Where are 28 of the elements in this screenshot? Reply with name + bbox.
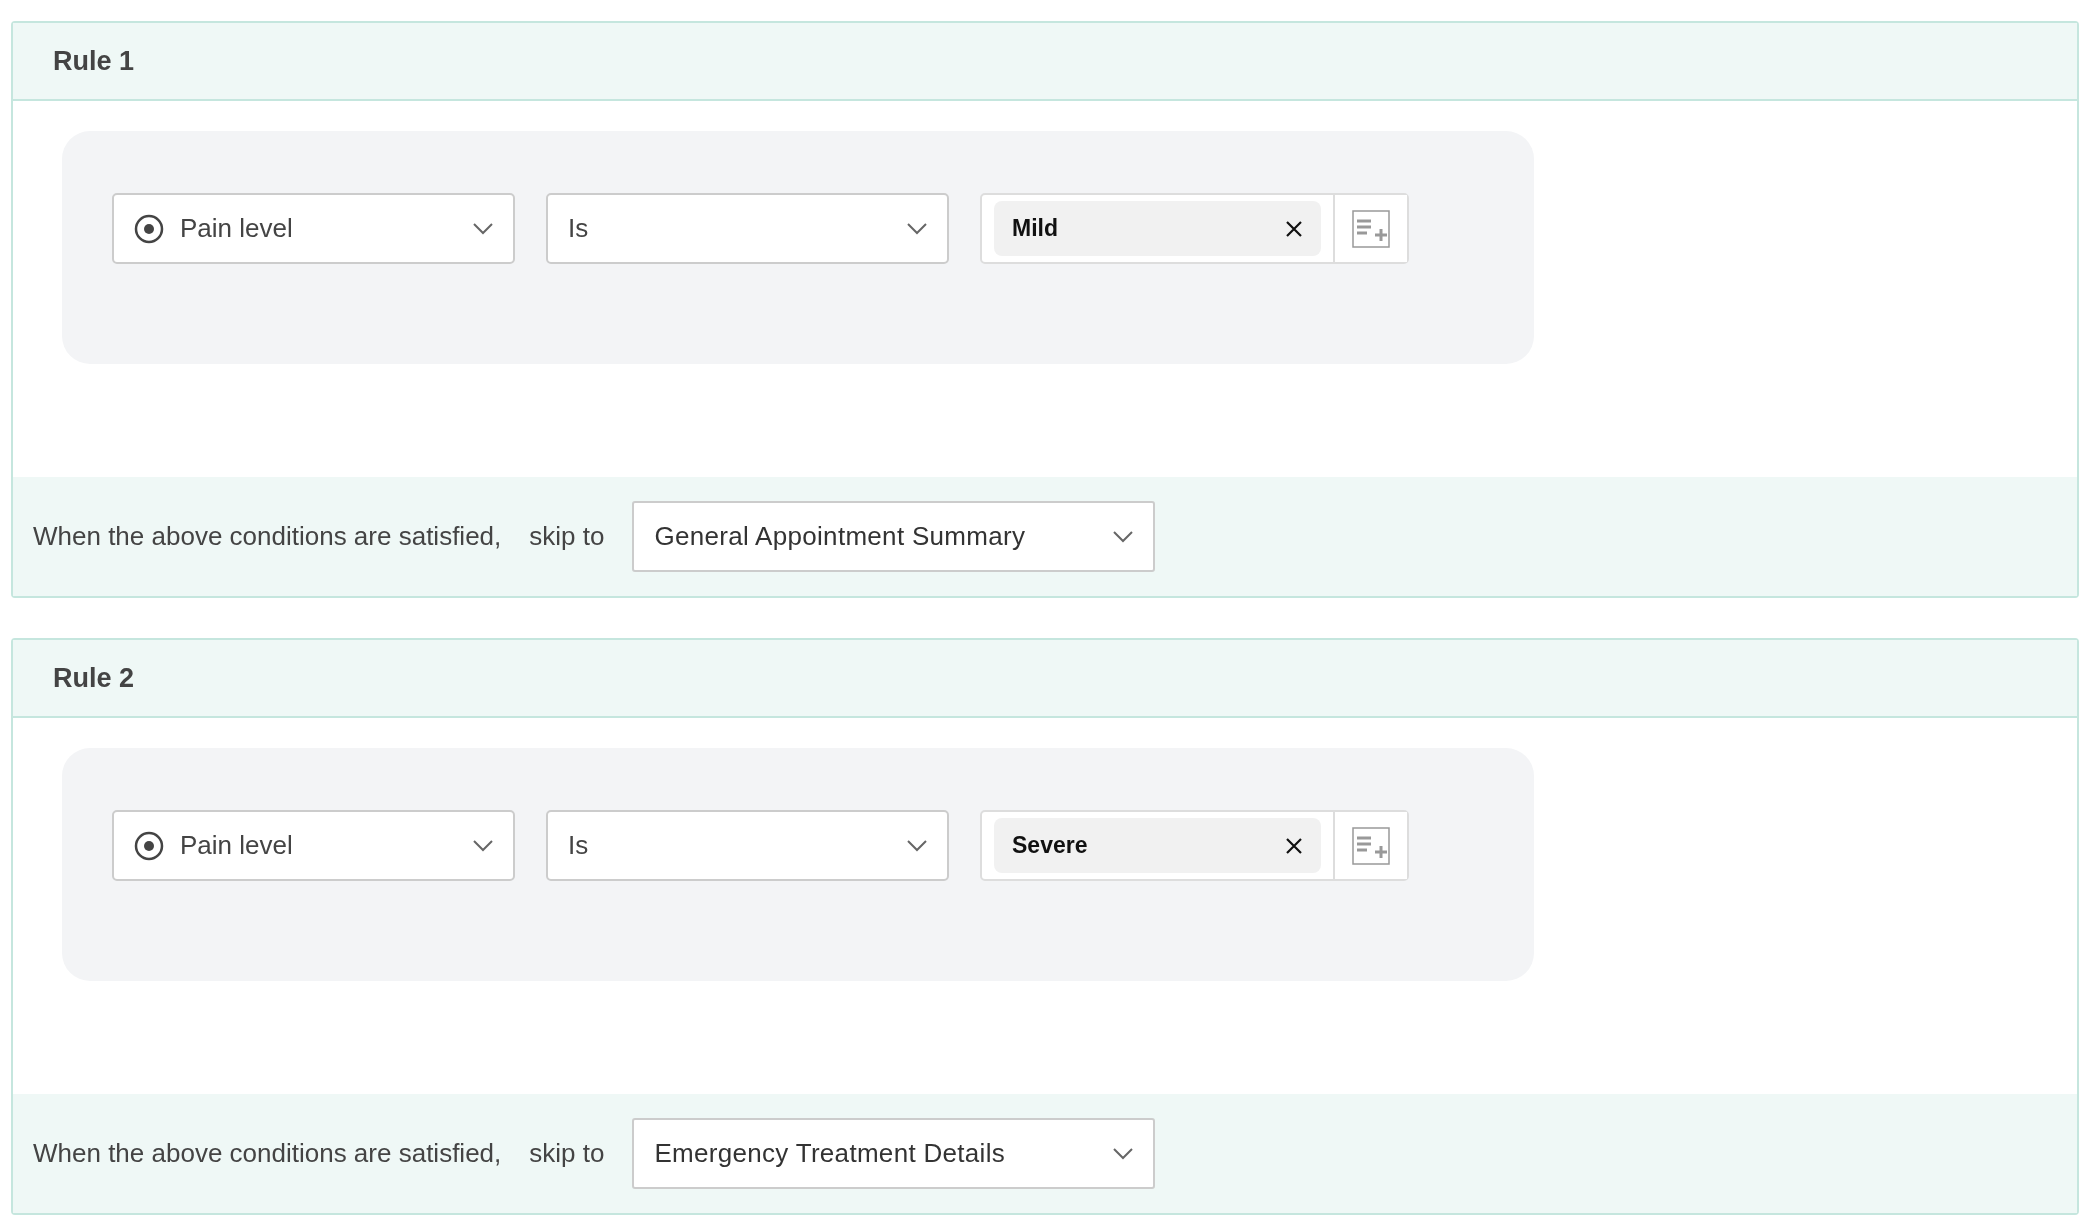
- value-tag: Severe: [994, 818, 1321, 873]
- value-field[interactable]: Mild: [980, 193, 1409, 264]
- skip-label: skip to: [529, 520, 605, 553]
- value-field[interactable]: Severe: [980, 810, 1409, 881]
- list-add-icon: [1352, 826, 1390, 865]
- rule-title: Rule 2: [53, 661, 135, 695]
- value-tag: Mild: [994, 201, 1321, 256]
- chevron-down-icon: [907, 222, 927, 235]
- action-text: When the above conditions are satisfied,: [33, 520, 502, 553]
- target-dropdown[interactable]: Emergency Treatment Details: [632, 1118, 1156, 1189]
- target-dropdown[interactable]: General Appointment Summary: [632, 501, 1156, 572]
- chevron-down-icon: [1113, 530, 1134, 543]
- close-icon[interactable]: [1285, 219, 1303, 238]
- skip-label: skip to: [529, 1137, 605, 1170]
- operator-dropdown[interactable]: Is: [546, 810, 949, 881]
- operator-dropdown[interactable]: Is: [546, 193, 949, 264]
- list-add-icon: [1352, 209, 1390, 248]
- field-dropdown[interactable]: Pain level: [112, 810, 515, 881]
- action-text: When the above conditions are satisfied,: [33, 1137, 502, 1170]
- radio-icon: [134, 213, 164, 244]
- chevron-down-icon: [907, 839, 927, 852]
- chevron-down-icon: [1113, 1147, 1134, 1160]
- chevron-down-icon: [473, 222, 493, 235]
- close-icon[interactable]: [1285, 836, 1303, 855]
- field-dropdown[interactable]: Pain level: [112, 193, 515, 264]
- chevron-down-icon: [473, 839, 493, 852]
- rule-title: Rule 1: [53, 44, 135, 78]
- radio-icon: [134, 830, 164, 861]
